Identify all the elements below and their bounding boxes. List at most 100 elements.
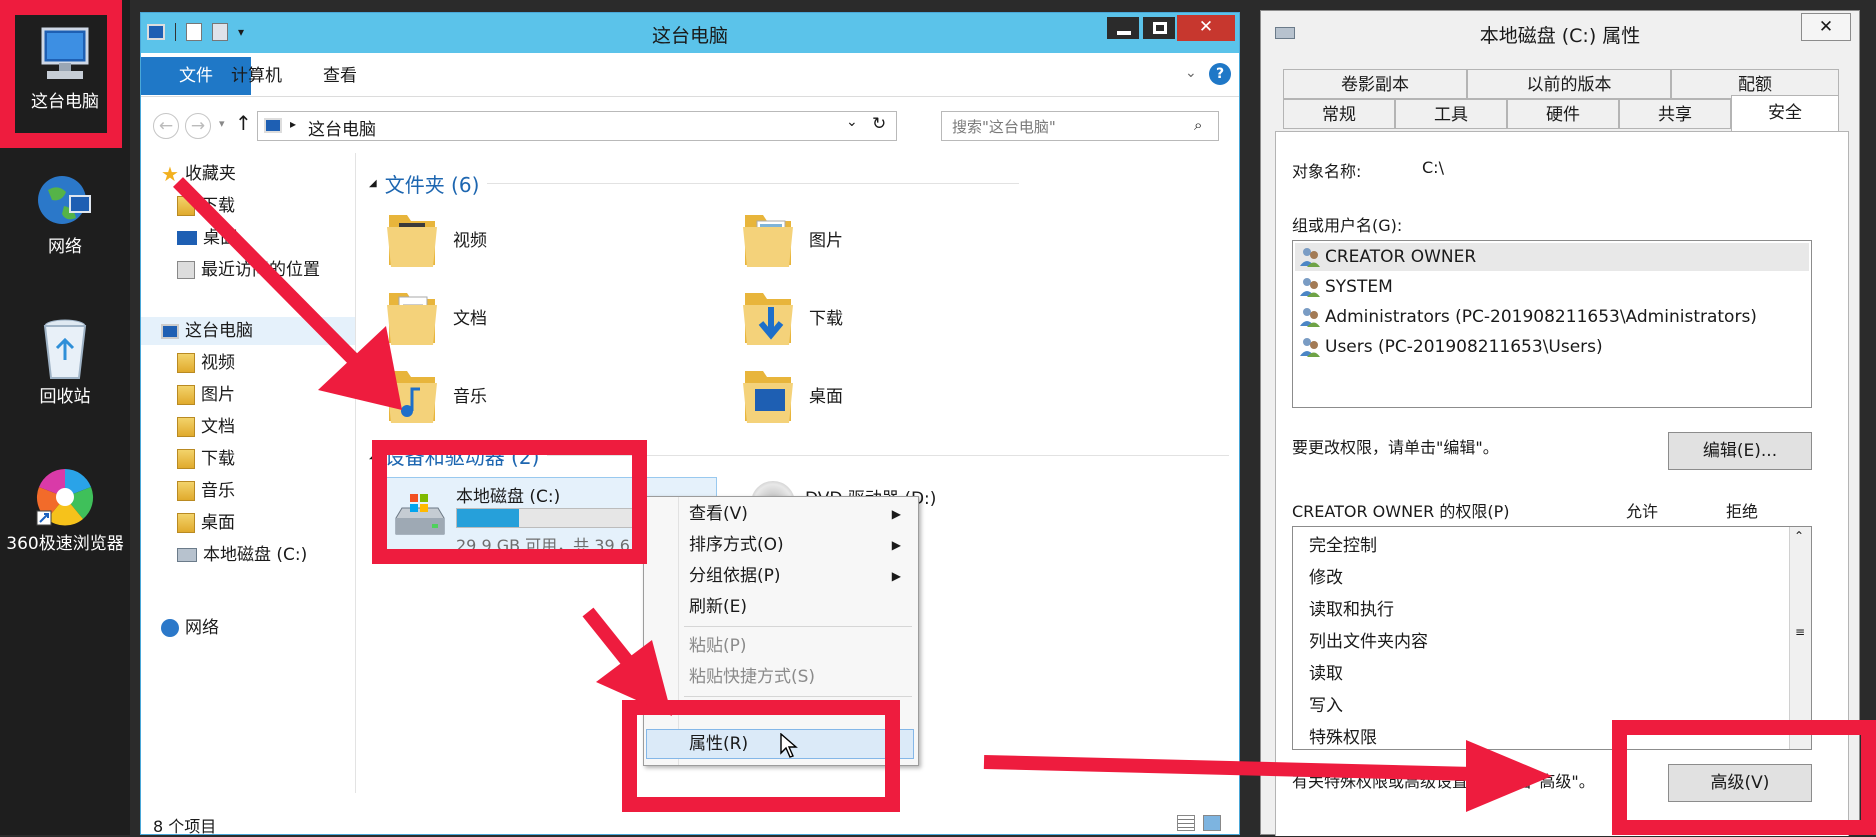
collapse-triangle-icon: ◢ <box>369 178 377 189</box>
folder-documents[interactable]: 文档 <box>385 285 487 347</box>
search-input[interactable]: 搜索"这台电脑" ⌕ <box>941 111 1219 141</box>
pictures-folder-icon <box>177 385 195 405</box>
folder-videos[interactable]: 视频 <box>385 207 487 269</box>
help-icon[interactable]: ? <box>1209 63 1231 85</box>
tab-shadow-copies[interactable]: 卷影副本 <box>1283 69 1467 99</box>
nav-label: 音乐 <box>201 481 235 501</box>
recycle-bin-icon <box>39 318 91 382</box>
users-list[interactable]: CREATOR OWNER SYSTEM Administrators (PC-… <box>1292 240 1812 408</box>
menu-item-paste-shortcut[interactable]: 粘贴快捷方式(S) <box>689 662 815 692</box>
nav-favorites[interactable]: ★ 收藏夹 <box>161 159 236 189</box>
maximize-icon <box>1153 22 1167 34</box>
desktop-icon-network[interactable]: 网络 <box>5 170 125 258</box>
tab-computer[interactable]: 计算机 <box>231 57 282 95</box>
dialog-close-button[interactable]: ✕ <box>1801 13 1851 41</box>
permissions-list[interactable]: 完全控制 修改 读取和执行 列出文件夹内容 读取 写入 特殊权限 ⌃ ≡ <box>1292 526 1812 750</box>
highlight-box-properties <box>622 700 900 812</box>
search-icon: ⌕ <box>1194 116 1203 134</box>
user-row[interactable]: Administrators (PC-201908211653\Administ… <box>1299 303 1757 331</box>
star-icon: ★ <box>161 162 179 186</box>
object-name-label: 对象名称: <box>1292 162 1362 181</box>
up-arrow-icon[interactable]: ↑ <box>235 111 252 135</box>
navigation-bar: ← → ▾ ↑ ▸ 这台电脑 ⌄ ↻ 搜索"这台电脑" ⌕ <box>141 97 1239 153</box>
highlight-box-local-disk <box>372 440 647 564</box>
nav-fav-recent[interactable]: 最近访问的位置 <box>177 255 320 285</box>
folder-desktop[interactable]: 桌面 <box>741 363 843 425</box>
desktop-icon-recycle-bin[interactable]: 回收站 <box>5 318 125 408</box>
menu-item-sort-by[interactable]: 排序方式(O) ▶ <box>689 530 915 560</box>
nav-network[interactable]: 网络 <box>161 613 219 643</box>
nav-this-pc[interactable]: 这台电脑 <box>161 316 253 346</box>
tab-tools[interactable]: 工具 <box>1395 99 1507 129</box>
tab-previous-versions[interactable]: 以前的版本 <box>1467 69 1671 99</box>
details-view-icon[interactable] <box>1177 815 1195 831</box>
user-name: SYSTEM <box>1325 277 1393 297</box>
menu-item-refresh[interactable]: 刷新(E) <box>689 592 747 622</box>
minimize-button[interactable] <box>1105 15 1141 41</box>
computer-small-icon <box>264 118 282 133</box>
user-name: Administrators (PC-201908211653\Administ… <box>1325 307 1757 327</box>
scroll-thumb-grip-icon[interactable]: ≡ <box>1795 625 1805 639</box>
change-permissions-hint: 要更改权限，请单击"编辑"。 <box>1292 438 1499 457</box>
tab-general[interactable]: 常规 <box>1283 99 1395 129</box>
downloads-folder-icon <box>177 196 195 216</box>
large-icons-view-icon[interactable] <box>1203 815 1221 831</box>
desktop-folder-icon <box>741 363 795 425</box>
permission-row: 修改 <box>1309 568 1343 588</box>
nav-pc-videos[interactable]: 视频 <box>177 348 235 378</box>
dialog-title-bar[interactable]: 本地磁盘 (C:) 属性 ✕ <box>1261 11 1859 55</box>
address-dropdown-icon[interactable]: ⌄ <box>846 114 858 130</box>
menu-item-paste[interactable]: 粘贴(P) <box>689 631 747 661</box>
status-text: 8 个项目 <box>153 817 217 836</box>
downloads-folder-icon <box>741 285 795 347</box>
nav-pc-documents[interactable]: 文档 <box>177 412 235 442</box>
desktop-icon-label: 360极速浏览器 <box>6 534 124 554</box>
recent-locations-chevron-icon[interactable]: ▾ <box>219 117 225 130</box>
user-row[interactable]: CREATOR OWNER <box>1299 243 1476 271</box>
user-row[interactable]: SYSTEM <box>1299 273 1393 301</box>
maximize-button[interactable] <box>1141 15 1177 41</box>
desktop-small-icon <box>177 231 197 245</box>
nav-pc-music[interactable]: 音乐 <box>177 476 235 506</box>
allow-column-header: 允许 <box>1626 502 1659 521</box>
back-icon[interactable]: ← <box>153 113 179 139</box>
scroll-up-icon[interactable]: ⌃ <box>1794 529 1804 543</box>
folder-music[interactable]: 音乐 <box>385 363 487 425</box>
tab-sharing[interactable]: 共享 <box>1619 99 1731 129</box>
refresh-icon[interactable]: ↻ <box>872 114 886 134</box>
address-bar[interactable]: ▸ 这台电脑 ⌄ ↻ <box>257 111 897 141</box>
desktop-icon-360-browser[interactable]: 360极速浏览器 <box>5 465 125 555</box>
deny-column-header: 拒绝 <box>1726 502 1759 521</box>
nav-fav-downloads[interactable]: 下载 <box>177 191 235 221</box>
documents-folder-icon <box>385 285 439 347</box>
explorer-title-bar[interactable]: ▾ 这台电脑 ✕ <box>141 13 1239 53</box>
folder-pictures[interactable]: 图片 <box>741 207 843 269</box>
highlight-box-this-pc <box>0 0 122 148</box>
tab-security[interactable]: 安全 <box>1731 95 1839 131</box>
groups-users-label: 组或用户名(G): <box>1292 216 1403 235</box>
forward-icon[interactable]: → <box>185 113 211 139</box>
desktop-icon-label: 网络 <box>48 237 82 257</box>
ribbon-expand-chevron-icon[interactable]: ⌄ <box>1185 65 1197 81</box>
menu-item-view[interactable]: 查看(V) ▶ <box>689 499 915 529</box>
group-title: 文件夹 (6) <box>384 173 480 197</box>
nav-fav-desktop[interactable]: 桌面 <box>177 223 237 253</box>
tab-view[interactable]: 查看 <box>323 57 357 95</box>
address-text: 这台电脑 <box>308 120 376 140</box>
nav-label: 桌面 <box>201 513 235 533</box>
close-button[interactable]: ✕ <box>1177 15 1235 41</box>
nav-pc-local-disk[interactable]: 本地磁盘 (C:) <box>177 540 307 570</box>
nav-pc-downloads[interactable]: 下载 <box>177 444 235 474</box>
nav-label: 本地磁盘 (C:) <box>203 545 308 565</box>
nav-pc-pictures[interactable]: 图片 <box>177 380 235 410</box>
tab-hardware[interactable]: 硬件 <box>1507 99 1619 129</box>
folder-downloads[interactable]: 下载 <box>741 285 843 347</box>
permissions-scrollbar[interactable]: ⌃ ≡ <box>1789 527 1811 749</box>
nav-pc-desktop[interactable]: 桌面 <box>177 508 235 538</box>
menu-item-group-by[interactable]: 分组依据(P) ▶ <box>689 561 915 591</box>
folders-group-header[interactable]: ◢ 文件夹 (6) <box>369 169 1019 198</box>
nav-label: 下载 <box>201 449 235 469</box>
nav-label: 最近访问的位置 <box>201 260 320 280</box>
edit-button[interactable]: 编辑(E)... <box>1668 432 1812 470</box>
user-row[interactable]: Users (PC-201908211653\Users) <box>1299 333 1603 361</box>
